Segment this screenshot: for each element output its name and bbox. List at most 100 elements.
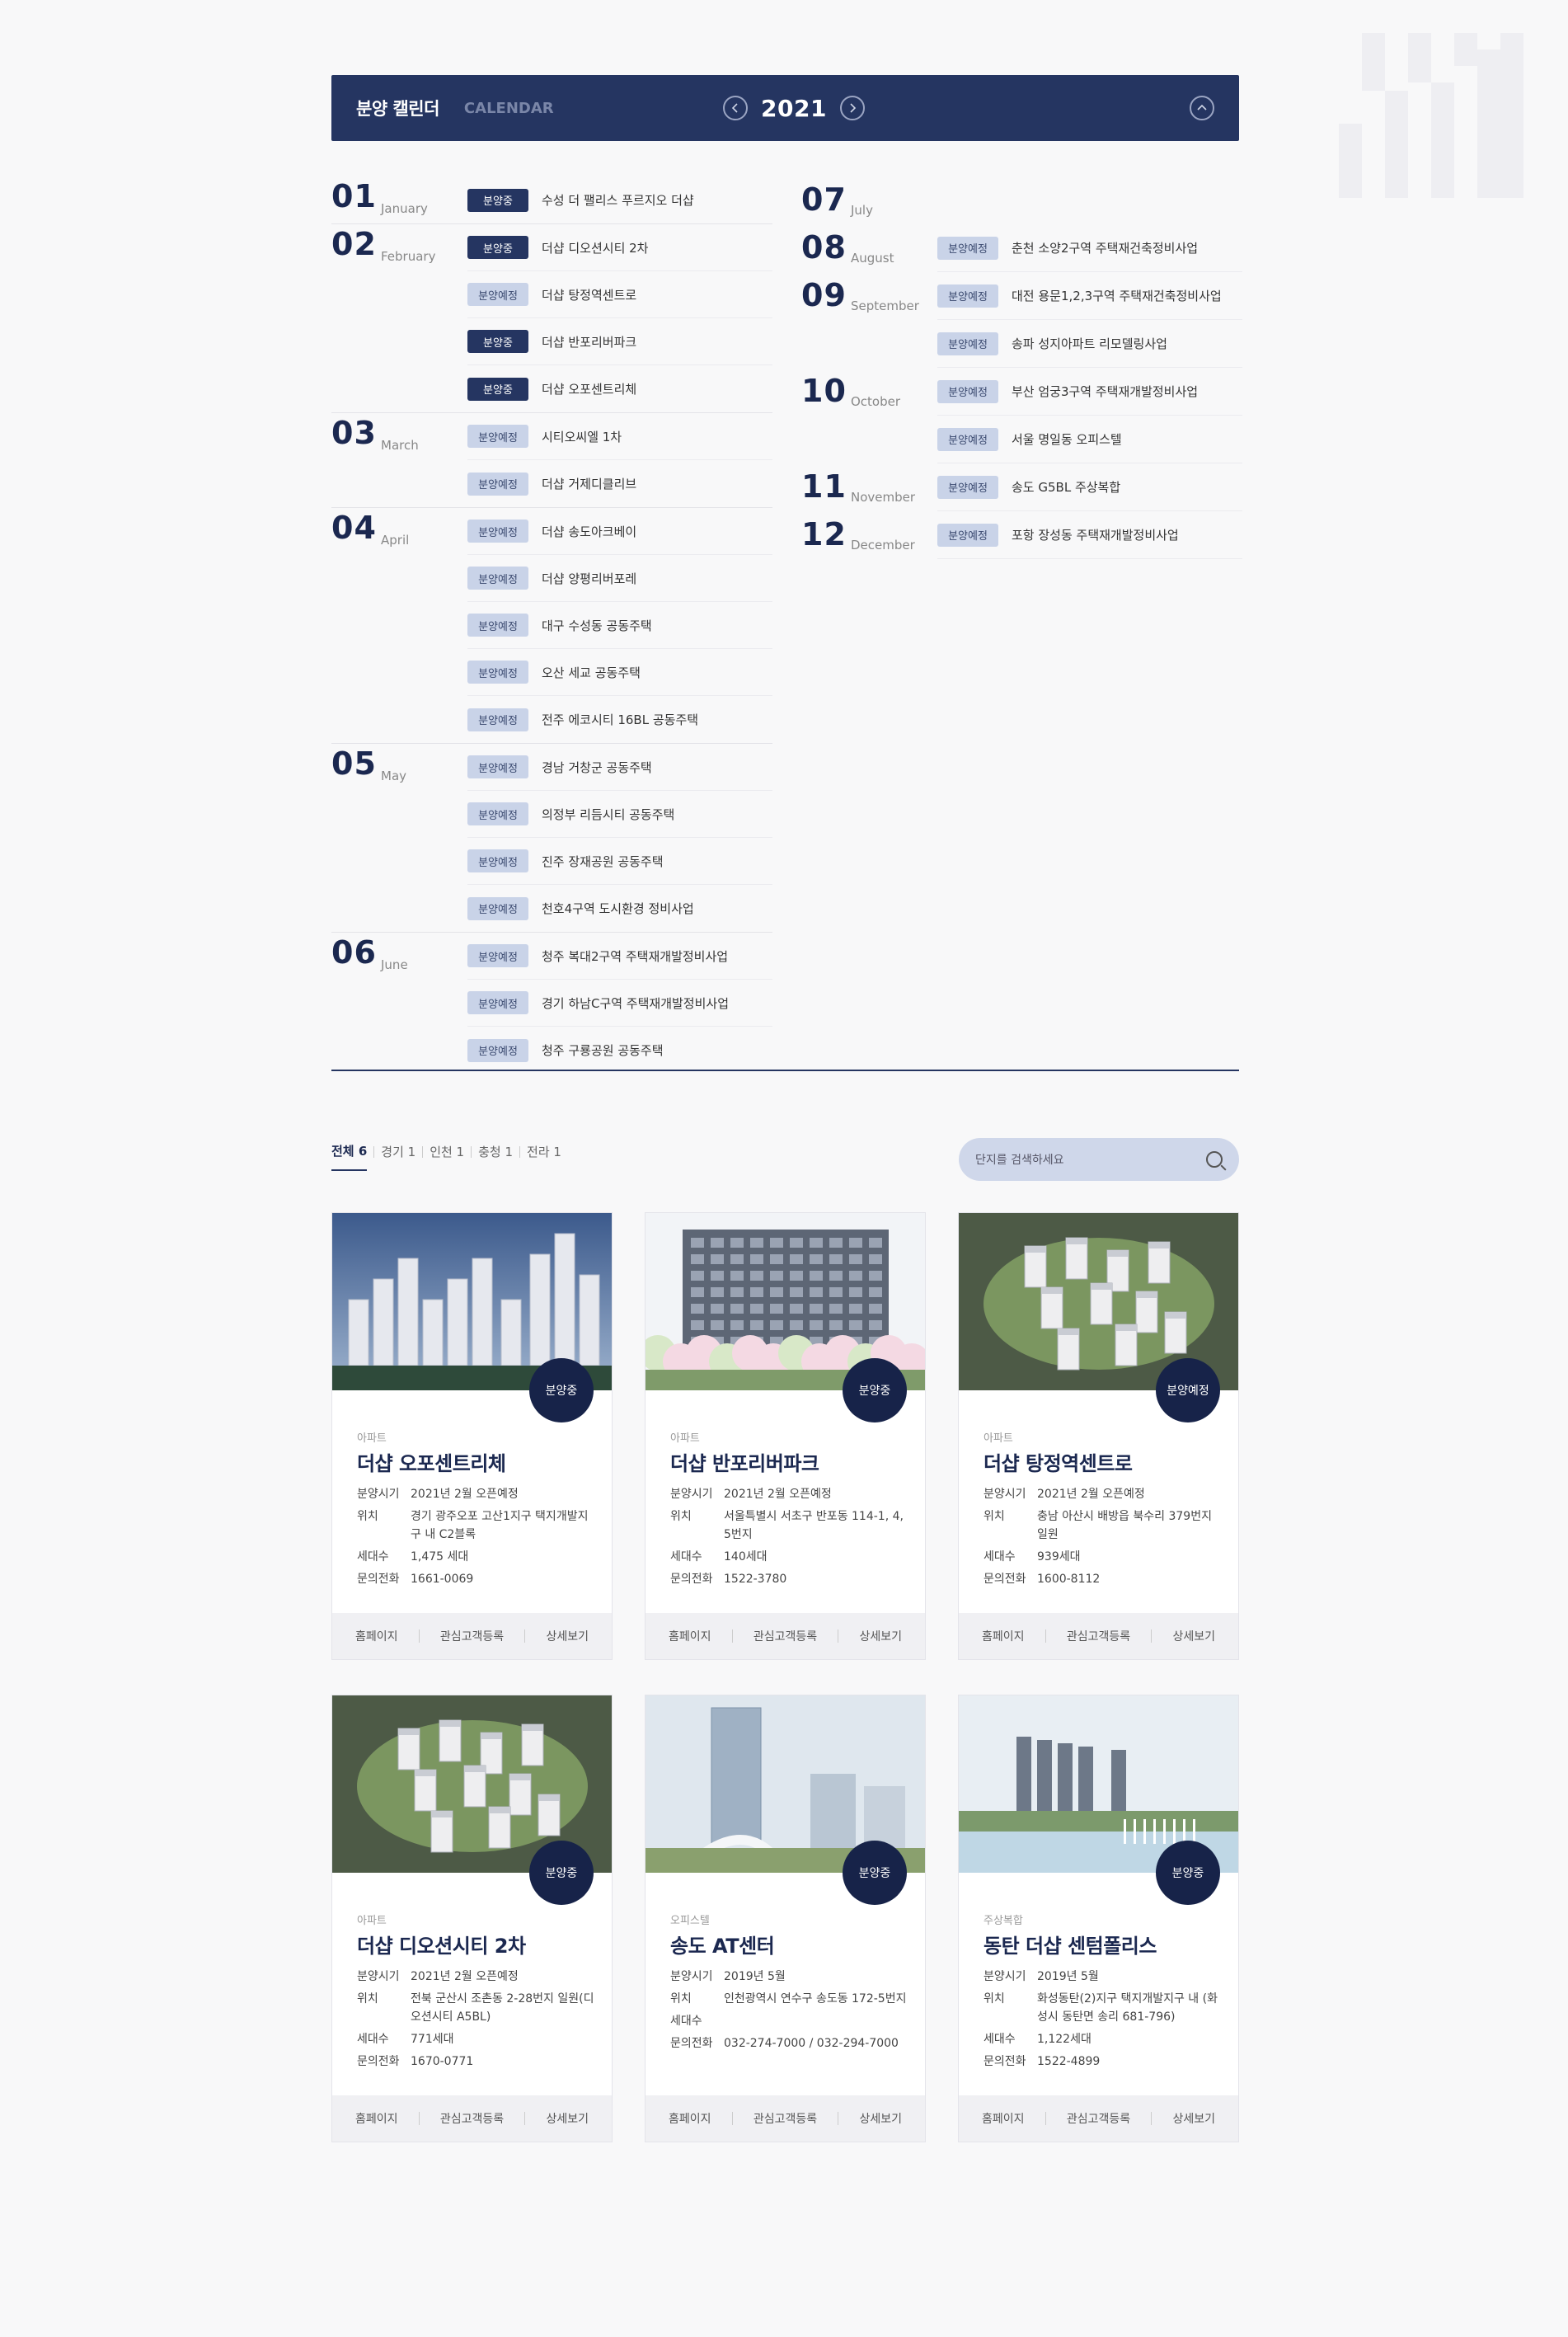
project-info: 분양시기 2019년 5월 위치 인천광역시 연수구 송도동 172-5번지 세대수 문의…: [670, 1968, 909, 2057]
info-row: 세대수 939세대: [984, 1548, 1223, 1566]
project-title[interactable]: 더샵 디오션시티 2차: [357, 1930, 526, 1958]
calendar-event[interactable]: 분양예정 더샵 탕정역센트로: [467, 271, 772, 318]
month-name: December: [851, 538, 915, 553]
project-card: 분양중 오피스텔 송도 AT센터 분양시기 2019년 5월 위치 인천광역시 연수구 송도…: [645, 1695, 926, 2142]
calendar-event[interactable]: 분양중 수성 더 팰리스 푸르지오 더샵: [467, 176, 772, 223]
chevron-up-icon: [1197, 104, 1207, 111]
status-badge: 분양예정: [937, 523, 998, 547]
calendar-event[interactable]: 분양예정 더샵 양평리버포레: [467, 555, 772, 602]
property-type: 주상복합: [984, 1915, 1023, 1927]
month-events: 분양예정 청주 복대2구역 주택재개발정비사업 분양예정 경기 하남C구역 주택재개발…: [467, 933, 772, 1074]
calendar-event[interactable]: 분양예정 춘천 소양2구역 주택재건축정비사업: [937, 224, 1242, 272]
detail-link[interactable]: 상세보기: [859, 1628, 902, 1644]
detail-link[interactable]: 상세보기: [859, 2110, 902, 2127]
status-badge: 분양중: [529, 1358, 594, 1422]
search-input[interactable]: 단지를 검색하세요: [975, 1151, 1064, 1168]
month-events: 분양예정 송도 G5BL 주상복합: [937, 463, 1242, 511]
calendar-event[interactable]: 분양예정 의정부 리듬시티 공동주택: [467, 791, 772, 838]
calendar-event[interactable]: 분양예정 포항 장성동 주택재개발정비사업: [937, 511, 1242, 559]
info-row: 위치 화성동탄(2)지구 택지개발지구 내 (화성시 동탄면 송리 681-796…: [984, 1990, 1223, 2026]
detail-link[interactable]: 상세보기: [546, 2110, 589, 2127]
calendar-event[interactable]: 분양예정 경남 거창군 공동주택: [467, 744, 772, 791]
info-label: 분양시기: [670, 1970, 713, 1983]
status-badge: 분양예정: [937, 427, 998, 451]
calendar-event[interactable]: 분양예정 송파 성지아파트 리모델링사업: [937, 320, 1242, 368]
month-number: 11: [801, 468, 847, 505]
calendar-event[interactable]: 분양예정 더샵 거제디클리브: [467, 460, 772, 507]
calendar-event[interactable]: 분양예정 경기 하남C구역 주택재개발정비사업: [467, 980, 772, 1027]
info-value: 032-274-7000 / 032-294-7000: [724, 2037, 899, 2050]
register-interest-link[interactable]: 관심고객등록: [753, 2110, 817, 2127]
calendar-event[interactable]: 분양예정 오산 세교 공동주택: [467, 649, 772, 696]
project-info: 분양시기 2021년 2월 오픈예정 위치 경기 광주오포 고산1지구 택지개발지구 …: [357, 1485, 596, 1592]
project-title[interactable]: 동탄 더샵 센텀폴리스: [984, 1930, 1157, 1958]
status-badge: 분양중: [467, 188, 528, 212]
month-block: 09 September 분양예정 대전 용문1,2,3구역 주택재건축정비사업 분양예…: [801, 272, 1242, 368]
register-interest-link[interactable]: 관심고객등록: [440, 2110, 504, 2127]
register-interest-link[interactable]: 관심고객등록: [1067, 1628, 1130, 1644]
homepage-link[interactable]: 홈페이지: [669, 2110, 711, 2127]
register-interest-link[interactable]: 관심고객등록: [1067, 2110, 1130, 2127]
project-info: 분양시기 2021년 2월 오픈예정 위치 충남 아산시 배방읍 북수리 379번지 …: [984, 1485, 1223, 1592]
year-label: 2021: [761, 94, 827, 122]
homepage-link[interactable]: 홈페이지: [669, 1628, 711, 1644]
info-label: 문의전화: [670, 2037, 713, 2050]
search-icon[interactable]: [1206, 1151, 1223, 1168]
project-title[interactable]: 더샵 오포센트리체: [357, 1447, 506, 1476]
divider: [418, 1629, 420, 1643]
tab-1[interactable]: 경기 1: [381, 1143, 415, 1170]
status-badge: 분양예정: [467, 991, 528, 1014]
divider: [1151, 2112, 1153, 2125]
calendar-event[interactable]: 분양예정 시티오씨엘 1차: [467, 413, 772, 460]
calendar-event[interactable]: 분양예정 부산 엄궁3구역 주택재개발정비사업: [937, 368, 1242, 416]
next-year-button[interactable]: [839, 96, 865, 120]
project-card: 분양예정 아파트 더샵 탕정역센트로 분양시기 2021년 2월 오픈예정 위치 충남 아산…: [958, 1212, 1239, 1660]
tab-4[interactable]: 전라 1: [527, 1143, 561, 1170]
calendar-event[interactable]: 분양중 더샵 오포센트리체: [467, 365, 772, 412]
detail-link[interactable]: 상세보기: [1172, 2110, 1215, 2127]
homepage-link[interactable]: 홈페이지: [982, 1628, 1025, 1644]
month-number: 12: [801, 516, 847, 553]
event-name: 더샵 디오션시티 2차: [542, 240, 649, 256]
project-title[interactable]: 송도 AT센터: [670, 1930, 775, 1958]
register-interest-link[interactable]: 관심고객등록: [753, 1628, 817, 1644]
search-box[interactable]: 단지를 검색하세요: [959, 1138, 1239, 1181]
project-title[interactable]: 더샵 탕정역센트로: [984, 1447, 1133, 1476]
divider: [524, 2112, 526, 2125]
tab-0[interactable]: 전체 6: [331, 1142, 368, 1171]
calendar-event[interactable]: 분양중 더샵 반포리버파크: [467, 318, 772, 365]
info-value: 2019년 5월: [1037, 1970, 1099, 1983]
month-name: May: [381, 769, 407, 783]
calendar-event[interactable]: 분양중 더샵 디오션시티 2차: [467, 224, 772, 271]
calendar-event[interactable]: 분양예정 서울 명일동 오피스텔: [937, 416, 1242, 463]
calendar-event[interactable]: 분양예정 대전 용문1,2,3구역 주택재건축정비사업: [937, 272, 1242, 320]
calendar-event[interactable]: 분양예정 더샵 송도아크베이: [467, 508, 772, 555]
info-row: 분양시기 2019년 5월: [984, 1968, 1223, 1986]
detail-link[interactable]: 상세보기: [546, 1628, 589, 1644]
chevron-left-icon: [731, 103, 738, 113]
prev-year-button[interactable]: [723, 96, 748, 120]
property-type: 아파트: [357, 1432, 387, 1445]
register-interest-link[interactable]: 관심고객등록: [440, 1628, 504, 1644]
project-title[interactable]: 더샵 반포리버파크: [670, 1447, 819, 1476]
month-block: 07 July: [801, 176, 1242, 224]
event-name: 송도 G5BL 주상복합: [1012, 480, 1121, 495]
status-badge: 분양예정: [467, 802, 528, 825]
month-name: August: [851, 251, 894, 266]
homepage-link[interactable]: 홈페이지: [355, 1628, 398, 1644]
calendar-event[interactable]: 분양예정 진주 장재공원 공동주택: [467, 838, 772, 885]
homepage-link[interactable]: 홈페이지: [982, 2110, 1025, 2127]
calendar-event[interactable]: 분양예정 청주 구룡공원 공동주택: [467, 1027, 772, 1074]
tab-2[interactable]: 인천 1: [430, 1143, 464, 1170]
detail-link[interactable]: 상세보기: [1172, 1628, 1215, 1644]
calendar-event[interactable]: 분양예정 청주 복대2구역 주택재개발정비사업: [467, 933, 772, 980]
collapse-calendar-button[interactable]: [1190, 96, 1214, 120]
info-value: 1,122세대: [1037, 2033, 1091, 2046]
tab-3[interactable]: 충청 1: [478, 1143, 513, 1170]
calendar-event[interactable]: 분양예정 전주 에코시티 16BL 공동주택: [467, 696, 772, 743]
calendar-event[interactable]: 분양예정 천호4구역 도시환경 정비사업: [467, 885, 772, 932]
calendar-event[interactable]: 분양예정 송도 G5BL 주상복합: [937, 463, 1242, 511]
calendar-event[interactable]: 분양예정 대구 수성동 공동주택: [467, 602, 772, 649]
homepage-link[interactable]: 홈페이지: [355, 2110, 398, 2127]
tab-divider: [471, 1145, 472, 1158]
